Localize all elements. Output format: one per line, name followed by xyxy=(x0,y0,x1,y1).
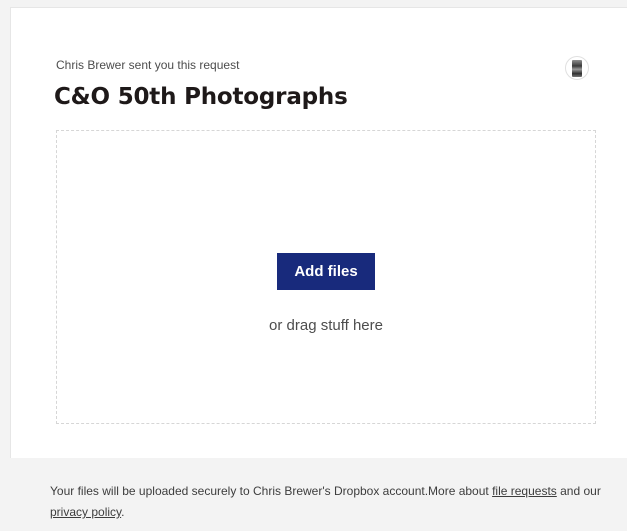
add-files-button[interactable]: Add files xyxy=(277,253,375,290)
avatar-photo-icon xyxy=(572,60,582,77)
footer-text-middle: and our xyxy=(556,484,601,498)
sender-line: Chris Brewer sent you this request xyxy=(56,58,240,72)
drag-hint: or drag stuff here xyxy=(269,317,383,334)
avatar xyxy=(565,56,589,80)
footer-text-before: Your files will be uploaded securely to … xyxy=(50,484,493,498)
request-title: C&O 50th Photographs xyxy=(54,84,348,110)
request-card: Chris Brewer sent you this request C&O 5… xyxy=(10,7,627,458)
drop-zone[interactable]: Add files or drag stuff here xyxy=(56,130,596,424)
privacy-policy-link[interactable]: privacy policy xyxy=(50,505,121,519)
file-requests-link[interactable]: file requests xyxy=(492,484,557,498)
footer-text-end: . xyxy=(121,505,125,519)
footer-note: Your files will be uploaded securely to … xyxy=(50,481,610,523)
